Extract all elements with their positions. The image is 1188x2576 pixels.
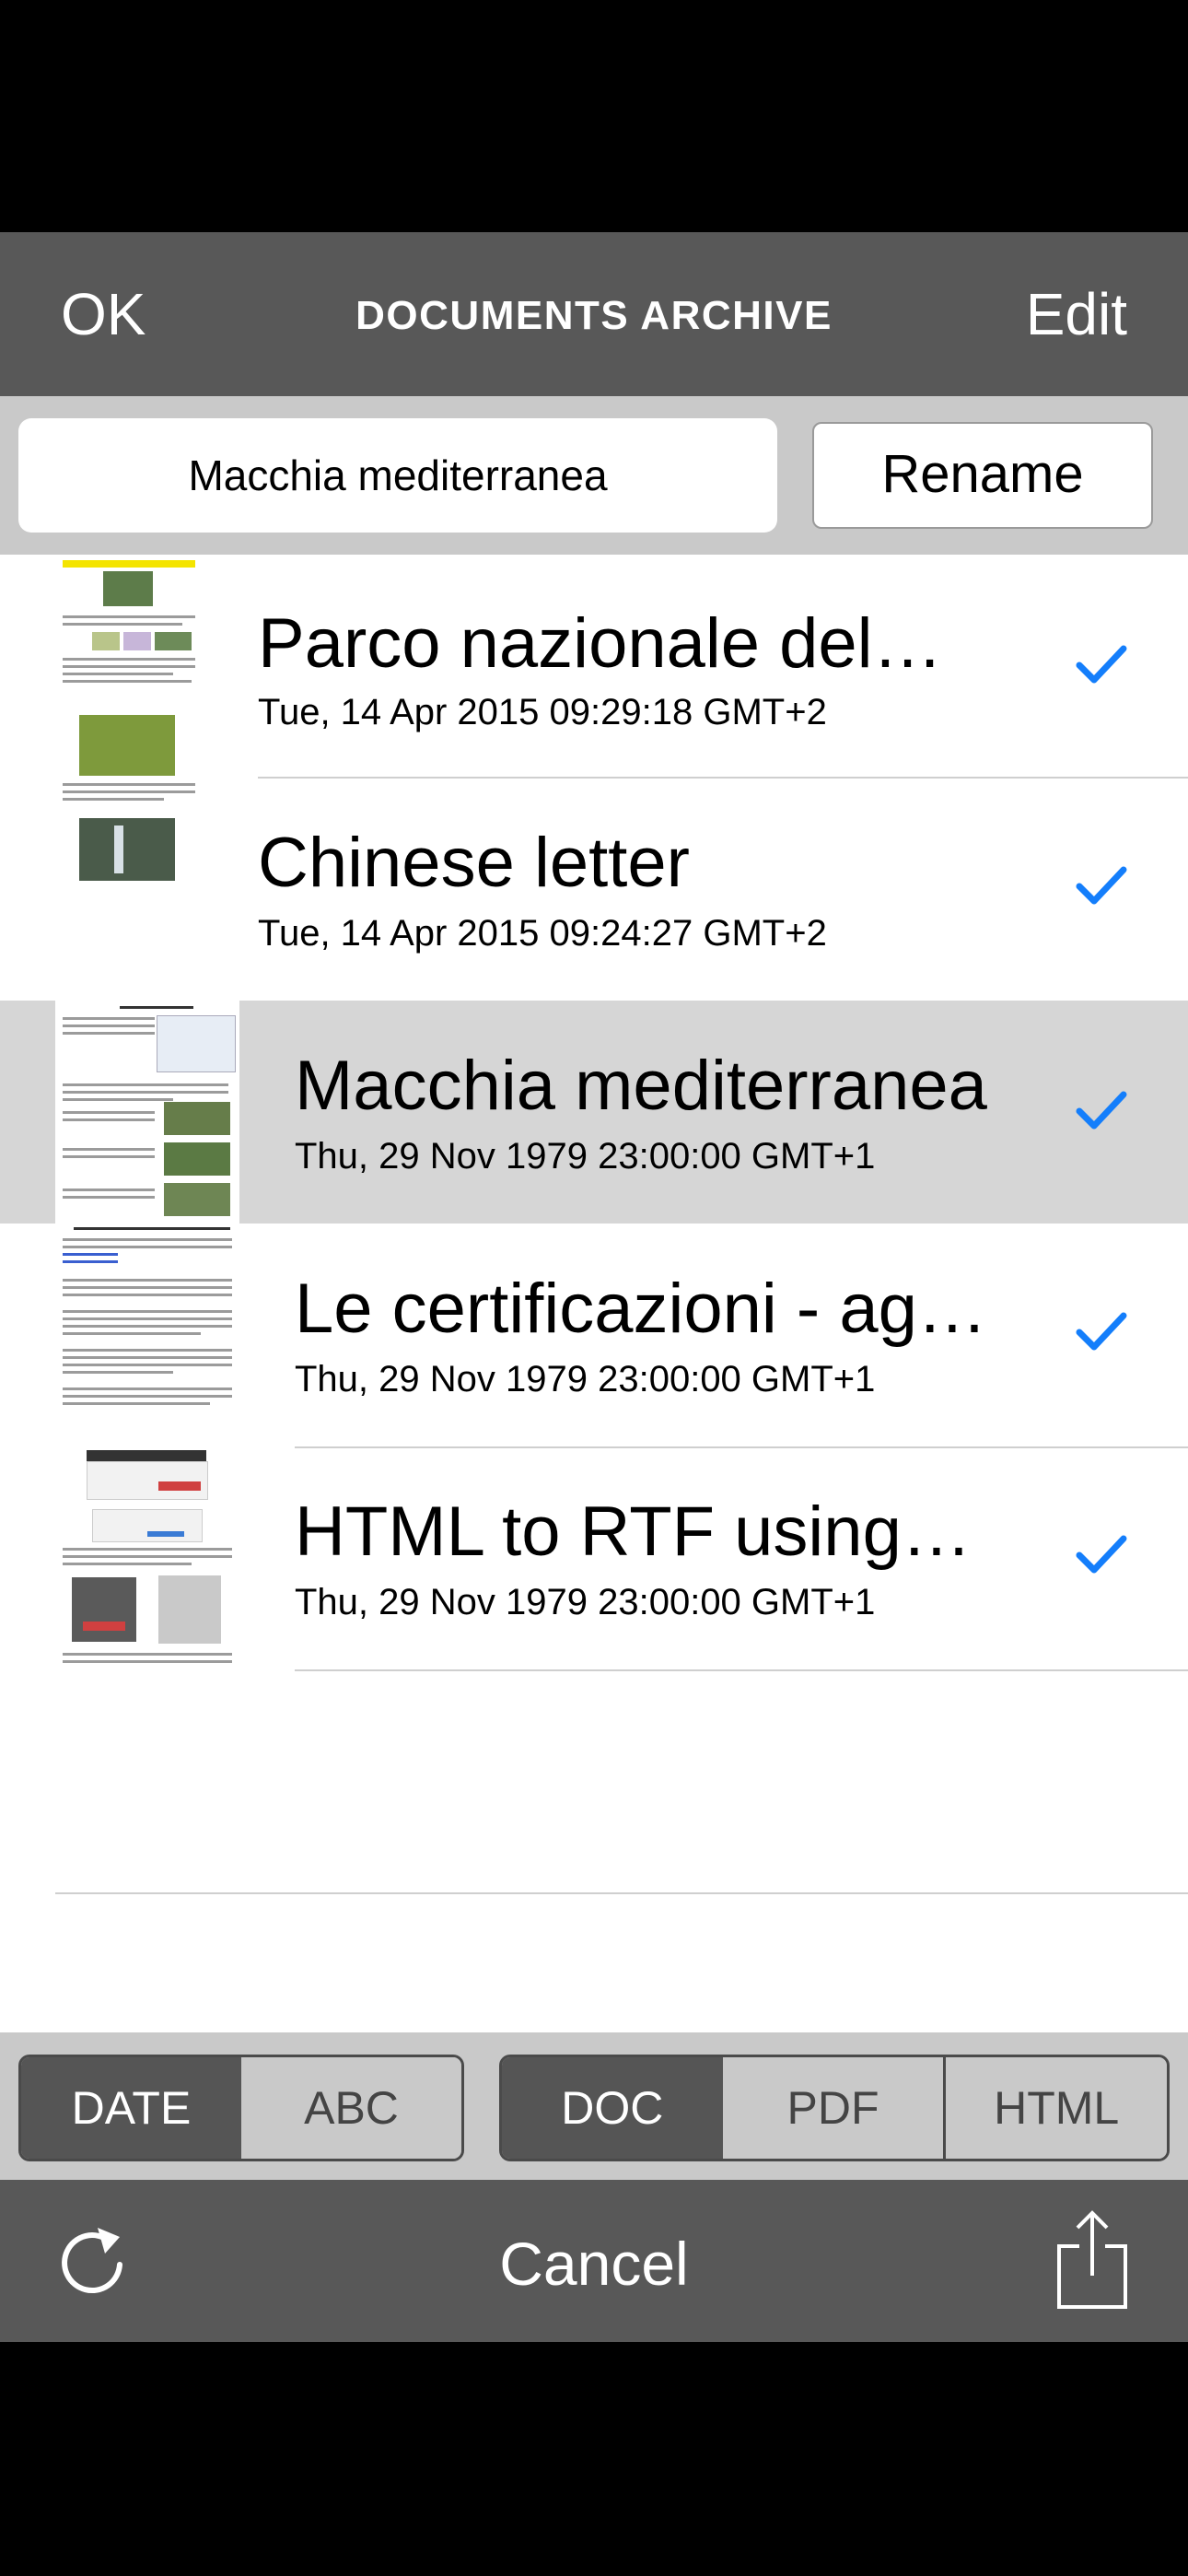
format-html-segment[interactable]: HTML (946, 2057, 1167, 2159)
document-row[interactable]: Parco nazionale del… Tue, 14 Apr 2015 09… (0, 555, 1188, 778)
document-name-input[interactable]: Macchia mediterranea (18, 418, 777, 533)
page-title: DOCUMENTS ARCHIVE (355, 293, 833, 338)
document-title: HTML to RTF using… (295, 1493, 972, 1571)
document-date: Tue, 14 Apr 2015 09:24:27 GMT+2 (258, 913, 827, 954)
document-row-selected[interactable]: Macchia mediterranea Thu, 29 Nov 1979 23… (0, 1001, 1188, 1224)
document-title: Le certificazioni - ag… (295, 1270, 987, 1348)
document-thumbnail (55, 1448, 239, 1671)
row-divider (295, 1669, 1188, 1671)
row-divider (55, 1892, 1188, 1894)
document-list[interactable]: Parco nazionale del… Tue, 14 Apr 2015 09… (0, 555, 1188, 2032)
top-black-bar (0, 0, 1188, 232)
checkmark-icon[interactable] (1074, 638, 1129, 693)
document-date: Thu, 29 Nov 1979 23:00:00 GMT+1 (295, 1136, 876, 1177)
sort-segmented-control[interactable]: DATE ABC (18, 2055, 464, 2161)
format-doc-segment[interactable]: DOC (502, 2057, 723, 2159)
bottom-black-bar (0, 2342, 1188, 2576)
sort-date-segment[interactable]: DATE (21, 2057, 241, 2159)
document-title: Parco nazionale del… (258, 604, 943, 683)
document-title: Macchia mediterranea (295, 1047, 987, 1125)
document-row[interactable]: Chinese letter Tue, 14 Apr 2015 09:24:27… (0, 778, 1188, 1001)
edit-button[interactable]: Edit (1026, 282, 1127, 346)
document-title: Chinese letter (258, 824, 690, 902)
document-thumbnail (55, 778, 203, 1001)
checkmark-icon[interactable] (1074, 1083, 1129, 1139)
document-thumbnail (55, 556, 203, 778)
document-row[interactable]: Le certificazioni - ag… Thu, 29 Nov 1979… (0, 1224, 1188, 1446)
rename-button[interactable]: Rename (812, 422, 1153, 529)
document-date: Thu, 29 Nov 1979 23:00:00 GMT+1 (295, 1359, 876, 1399)
sort-abc-segment[interactable]: ABC (241, 2057, 461, 2159)
document-date: Thu, 29 Nov 1979 23:00:00 GMT+1 (295, 1582, 876, 1622)
document-thumbnail (55, 1224, 239, 1446)
format-segmented-control[interactable]: DOC PDF HTML (499, 2055, 1170, 2161)
checkmark-icon[interactable] (1074, 1305, 1129, 1360)
checkmark-icon[interactable] (1074, 1528, 1129, 1583)
cancel-button[interactable]: Cancel (0, 2230, 1188, 2298)
checkmark-icon[interactable] (1074, 859, 1129, 914)
document-date: Tue, 14 Apr 2015 09:29:18 GMT+2 (258, 692, 827, 732)
document-row[interactable]: HTML to RTF using… Thu, 29 Nov 1979 23:0… (0, 1446, 1188, 1671)
format-pdf-segment[interactable]: PDF (722, 2057, 944, 2159)
document-thumbnail (55, 1001, 239, 1224)
share-icon[interactable] (1055, 2209, 1129, 2311)
